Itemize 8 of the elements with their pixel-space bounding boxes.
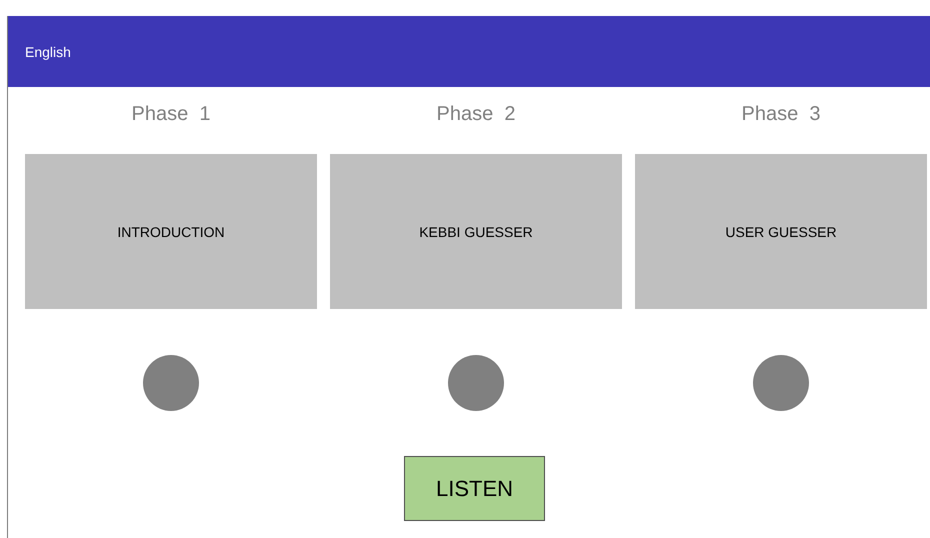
phase-card[interactable]: USER GUESSER [635,154,927,309]
phase-label: Phase 1 [132,102,210,127]
phase-card[interactable]: KEBBI GUESSER [330,154,622,309]
phase-label: Phase 3 [742,102,820,127]
phase-label: Phase 2 [436,102,516,127]
language-label[interactable]: English [25,44,71,60]
listen-button[interactable]: LISTEN [404,456,545,521]
phase-card[interactable]: INTRODUCTION [25,154,317,309]
